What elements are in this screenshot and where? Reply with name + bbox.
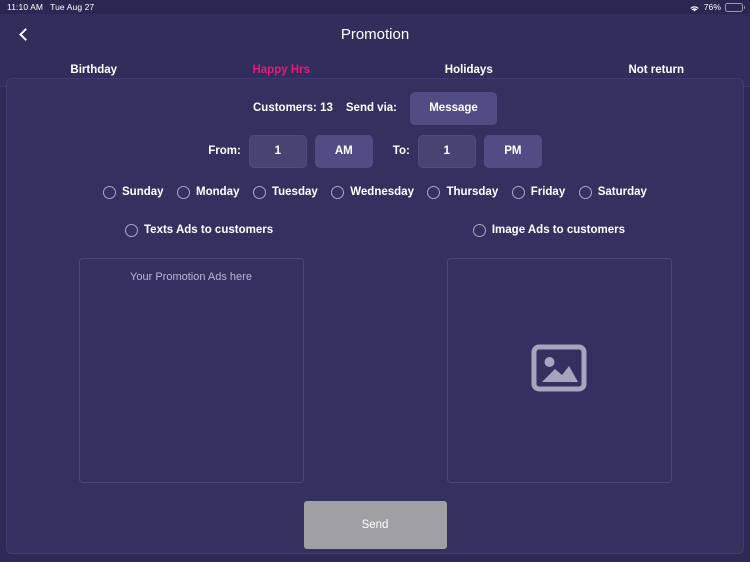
radio-label: Monday (196, 186, 240, 198)
to-hour-input[interactable]: 1 (417, 134, 476, 168)
radio-circle-icon (578, 185, 592, 199)
from-meridiem-button[interactable]: AM (314, 134, 373, 168)
weekday-radio-group: Sunday Monday Tuesday Wednesday Thursday… (7, 176, 743, 208)
to-label: To: (392, 145, 410, 157)
radio-label: Image Ads to customers (491, 224, 625, 236)
status-bar: 11:10 AM Tue Aug 27 76% (0, 0, 750, 14)
promotion-image-dropzone[interactable] (446, 258, 672, 483)
radio-wednesday[interactable]: Wednesday (331, 185, 414, 199)
image-placeholder-icon (531, 344, 587, 397)
radio-circle-icon (125, 223, 138, 237)
radio-sunday[interactable]: Sunday (103, 185, 164, 199)
radio-label: Saturday (597, 186, 647, 198)
send-button-row: Send (7, 501, 743, 549)
chevron-left-icon (18, 27, 32, 41)
promotion-text-placeholder: Your Promotion Ads here (130, 271, 252, 283)
radio-circle-icon (472, 223, 486, 237)
status-bar-right: 76% (689, 2, 745, 13)
radio-circle-icon (177, 185, 191, 199)
send-button[interactable]: Send (303, 501, 447, 549)
status-time: 11:10 AM (7, 2, 44, 12)
from-hour-input[interactable]: 1 (248, 134, 307, 168)
radio-label: Tuesday (271, 186, 318, 198)
promotion-form-panel: Customers: 13 Send via: Message From: 1 … (6, 78, 744, 554)
radio-monday[interactable]: Monday (177, 185, 240, 199)
radio-circle-icon (252, 185, 266, 199)
radio-label: Texts Ads to customers (144, 224, 274, 236)
promotion-text-input[interactable]: Your Promotion Ads here (78, 258, 304, 483)
radio-circle-icon (511, 185, 525, 199)
app-header: Promotion (0, 14, 750, 54)
battery-percent: 76% (703, 2, 721, 12)
status-date: Tue Aug 27 (50, 2, 95, 12)
radio-saturday[interactable]: Saturday (578, 185, 647, 199)
radio-tuesday[interactable]: Tuesday (252, 185, 318, 199)
status-bar-left: 11:10 AM Tue Aug 27 (7, 2, 94, 12)
radio-label: Friday (530, 186, 566, 198)
wifi-icon (689, 4, 700, 13)
radio-label: Wednesday (350, 186, 414, 198)
radio-texts-ads[interactable]: Texts Ads to customers (125, 223, 274, 237)
ad-type-radio-group: Texts Ads to customers Image Ads to cust… (7, 212, 743, 248)
radio-label: Sunday (122, 186, 164, 198)
radio-label: Thursday (446, 186, 499, 198)
to-meridiem-button[interactable]: PM (483, 134, 542, 168)
ad-content-area: Your Promotion Ads here (7, 258, 743, 483)
send-via-message-button[interactable]: Message (410, 91, 498, 125)
radio-friday[interactable]: Friday (511, 185, 566, 199)
battery-icon (725, 2, 745, 12)
radio-image-ads[interactable]: Image Ads to customers (472, 223, 625, 237)
radio-circle-icon (331, 185, 345, 199)
back-button[interactable] (8, 14, 42, 54)
from-label: From: (208, 145, 241, 157)
customers-count-label: Customers: 13 (252, 102, 333, 114)
customers-row: Customers: 13 Send via: Message (7, 89, 743, 127)
radio-circle-icon (103, 185, 116, 199)
send-via-label: Send via: (345, 102, 398, 114)
page-title: Promotion (340, 25, 410, 43)
radio-circle-icon (427, 185, 441, 199)
time-range-row: From: 1 AM To: 1 PM (7, 129, 743, 173)
radio-thursday[interactable]: Thursday (427, 185, 499, 199)
